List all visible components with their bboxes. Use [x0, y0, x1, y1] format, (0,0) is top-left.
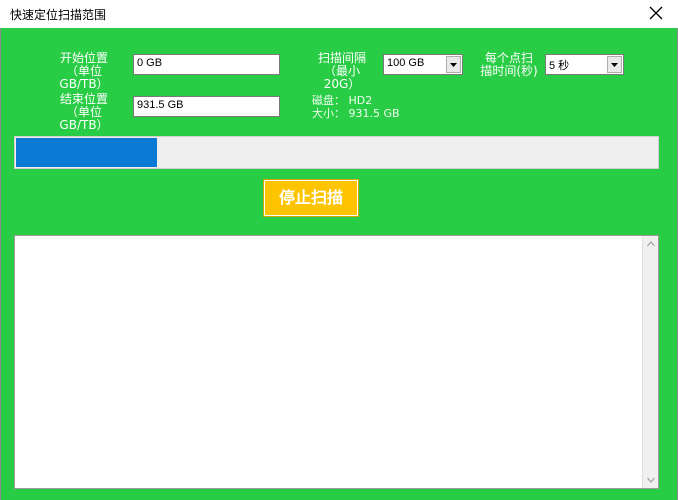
scroll-up-button[interactable] [643, 236, 659, 252]
scan-progress-bar [14, 136, 659, 169]
scan-interval-value: 100 GB [387, 57, 425, 69]
end-position-label: 结束位置 （单位GB/TB） [45, 93, 123, 132]
time-per-point-label: 每个点扫 描时间(秒) [477, 52, 541, 78]
chevron-down-icon [611, 63, 618, 67]
end-position-label-line2: （单位GB/TB） [59, 105, 109, 132]
size-row: 大小： 931.5 GB [312, 107, 400, 120]
stop-scan-button[interactable]: 停止扫描 [263, 179, 359, 217]
time-per-point-label-line2: 描时间(秒) [480, 64, 538, 78]
dialog-client-area: 开始位置 （单位GB/TB） 0 GB 结束位置 （单位GB/TB） 931.5… [0, 28, 678, 500]
disk-value: HD2 [348, 94, 373, 107]
window-title: 快速定位扫描范围 [10, 8, 107, 22]
scan-progress-fill [16, 138, 157, 167]
time-per-point-value: 5 秒 [549, 60, 570, 72]
chevron-down-icon [450, 63, 457, 67]
time-per-point-select[interactable]: 5 秒 [545, 54, 624, 75]
scroll-up-icon [647, 241, 655, 247]
start-position-label-line2: （单位GB/TB） [59, 64, 109, 91]
log-scrollbar[interactable] [642, 236, 658, 488]
size-value: 931.5 GB [348, 107, 400, 120]
close-button[interactable] [644, 1, 668, 25]
title-bar: 快速定位扫描范围 [0, 0, 678, 28]
disk-info: 磁盘： HD2 大小： 931.5 GB [312, 94, 400, 120]
scan-interval-label-line2: （最小20G） [323, 64, 361, 91]
scan-interval-select[interactable]: 100 GB [383, 54, 463, 75]
scan-log-textarea[interactable] [14, 235, 659, 489]
disk-row: 磁盘： HD2 [312, 94, 400, 107]
close-icon [649, 6, 663, 20]
disk-label: 磁盘： [312, 94, 345, 107]
scan-interval-label: 扫描间隔 （最小20G） [309, 52, 375, 91]
scroll-down-icon [647, 477, 655, 483]
time-per-point-dropdown-button[interactable] [607, 56, 622, 73]
scan-interval-dropdown-button[interactable] [446, 56, 461, 73]
scroll-down-button[interactable] [643, 472, 659, 488]
start-position-label: 开始位置 （单位GB/TB） [45, 52, 123, 91]
end-position-input[interactable]: 931.5 GB [133, 96, 280, 117]
start-position-input[interactable]: 0 GB [133, 54, 280, 75]
size-label: 大小： [312, 107, 345, 120]
